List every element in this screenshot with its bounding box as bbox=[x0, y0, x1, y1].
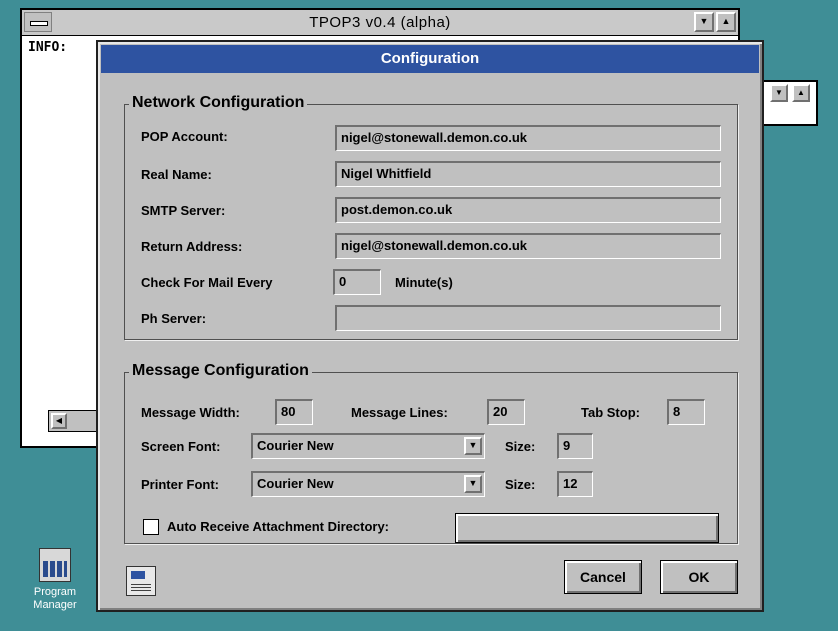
scroll-left-arrow-icon[interactable]: ◀ bbox=[51, 413, 67, 429]
message-width-label: Message Width: bbox=[141, 405, 240, 420]
dropdown-arrow-icon[interactable]: ▼ bbox=[464, 475, 482, 493]
notepad-icon[interactable] bbox=[126, 566, 156, 596]
message-configuration-group: Message Configuration Message Width: 80 … bbox=[124, 362, 738, 544]
pop-account-label: POP Account: bbox=[141, 129, 228, 144]
printer-size-field[interactable]: 12 bbox=[557, 471, 593, 497]
configuration-dialog: Configuration Network Configuration POP … bbox=[96, 40, 764, 612]
printer-font-label: Printer Font: bbox=[141, 477, 219, 492]
screen-size-field[interactable]: 9 bbox=[557, 433, 593, 459]
tab-stop-label: Tab Stop: bbox=[581, 405, 640, 420]
pop-account-field[interactable]: nigel@stonewall.demon.co.uk bbox=[335, 125, 721, 151]
message-width-field[interactable]: 80 bbox=[275, 399, 313, 425]
info-label: INFO: bbox=[28, 40, 68, 55]
return-address-label: Return Address: bbox=[141, 239, 243, 254]
program-manager-label-1: Program bbox=[33, 586, 77, 598]
maximize-button[interactable]: ▲ bbox=[716, 12, 736, 32]
auto-receive-label: Auto Receive Attachment Directory: bbox=[167, 519, 390, 534]
smtp-server-field[interactable]: post.demon.co.uk bbox=[335, 197, 721, 223]
message-lines-label: Message Lines: bbox=[351, 405, 448, 420]
ph-server-label: Ph Server: bbox=[141, 311, 207, 326]
printer-font-select[interactable]: Courier New ▼ bbox=[251, 471, 485, 497]
message-group-title: Message Configuration bbox=[129, 362, 312, 380]
check-mail-label: Check For Mail Every bbox=[141, 275, 273, 290]
message-lines-field[interactable]: 20 bbox=[487, 399, 525, 425]
dropdown-arrow-icon[interactable]: ▼ bbox=[464, 437, 482, 455]
main-window-title: TPOP3 v0.4 (alpha) bbox=[309, 14, 451, 31]
screen-size-label: Size: bbox=[505, 439, 536, 454]
real-name-label: Real Name: bbox=[141, 167, 212, 182]
attachment-directory-button[interactable] bbox=[455, 513, 719, 543]
smtp-server-label: SMTP Server: bbox=[141, 203, 226, 218]
printer-font-value: Courier New bbox=[257, 476, 334, 491]
network-group-title: Network Configuration bbox=[129, 94, 308, 112]
program-manager-label-2: Manager bbox=[33, 599, 77, 611]
main-titlebar[interactable]: TPOP3 v0.4 (alpha) ▼ ▲ bbox=[22, 10, 738, 36]
network-configuration-group: Network Configuration POP Account: nigel… bbox=[124, 94, 738, 340]
ph-server-field[interactable] bbox=[335, 305, 721, 331]
cancel-button[interactable]: Cancel bbox=[564, 560, 642, 594]
tab-stop-field[interactable]: 8 bbox=[667, 399, 705, 425]
screen-font-value: Courier New bbox=[257, 438, 334, 453]
screen-font-label: Screen Font: bbox=[141, 439, 221, 454]
program-manager-icon[interactable]: Program Manager bbox=[28, 548, 82, 612]
auto-receive-checkbox[interactable] bbox=[143, 519, 159, 535]
scroll-up-button[interactable]: ▲ bbox=[792, 84, 810, 102]
ok-button[interactable]: OK bbox=[660, 560, 738, 594]
dialog-title[interactable]: Configuration bbox=[101, 45, 759, 73]
scroll-down-button[interactable]: ▼ bbox=[770, 84, 788, 102]
return-address-field[interactable]: nigel@stonewall.demon.co.uk bbox=[335, 233, 721, 259]
screen-font-select[interactable]: Courier New ▼ bbox=[251, 433, 485, 459]
check-mail-unit-label: Minute(s) bbox=[395, 275, 453, 290]
check-mail-interval-field[interactable]: 0 bbox=[333, 269, 381, 295]
printer-size-label: Size: bbox=[505, 477, 536, 492]
program-manager-glyph-icon bbox=[39, 548, 71, 582]
minimize-button[interactable]: ▼ bbox=[694, 12, 714, 32]
real-name-field[interactable]: Nigel Whitfield bbox=[335, 161, 721, 187]
